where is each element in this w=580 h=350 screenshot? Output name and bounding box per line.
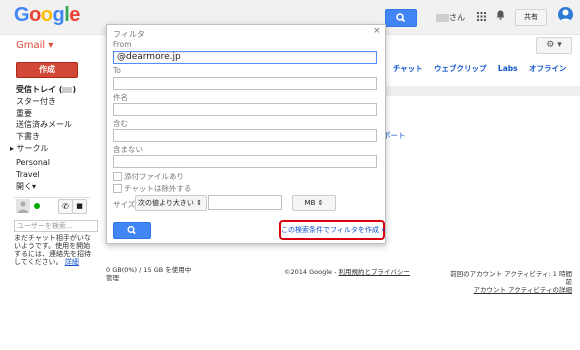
google-logo[interactable]: Google (14, 4, 80, 27)
close-icon[interactable]: × (373, 26, 381, 36)
from-field[interactable]: @dearmore.jp (113, 51, 377, 64)
doesnt-have-field[interactable] (113, 155, 377, 168)
phone-icon: ✆ (62, 202, 69, 211)
to-label: To (113, 66, 121, 75)
tab-labs[interactable]: Labs (498, 64, 518, 73)
exclude-chats-checkbox[interactable] (113, 184, 122, 193)
apps-grid-icon[interactable] (477, 12, 486, 21)
compose-button[interactable]: 作成 (16, 62, 78, 78)
filter-dialog: フィルタ × From @dearmore.jp To 件名 含む 含まない 添… (106, 24, 386, 244)
has-words-label: 含む (113, 119, 128, 128)
exclude-chats-label: チャットは除外する (124, 184, 192, 193)
chat-avatar[interactable] (16, 199, 30, 213)
settings-gear-button[interactable]: ⚙ ▾ (536, 37, 572, 54)
doesnt-have-label: 含まない (113, 145, 143, 154)
sidebar-item-more[interactable]: 開く▾ (16, 181, 36, 192)
chat-empty-note: まだチャット相手がいないようです。使用を開始するには、連絡先を招待してください。… (14, 234, 91, 266)
copyright: ©2014 Google - 利用規約とプライバシー (284, 268, 410, 276)
account-avatar[interactable] (558, 7, 573, 22)
support-link[interactable]: ポート (383, 130, 406, 141)
sidebar-item-circles[interactable]: ▸ サークル (10, 143, 48, 154)
share-button[interactable]: 共有 (515, 9, 547, 26)
has-attachment-checkbox[interactable] (113, 172, 122, 181)
sidebar-item-personal[interactable]: Personal (16, 158, 50, 167)
sidebar-item-travel[interactable]: Travel (16, 170, 40, 179)
search-icon (396, 13, 406, 23)
manage-storage-link[interactable]: 管理 (106, 274, 191, 282)
size-label: サイズ (113, 200, 136, 209)
learn-more-link[interactable]: 詳細 (65, 258, 79, 266)
chat-status-icon[interactable] (34, 203, 40, 209)
filter-search-button[interactable] (113, 222, 151, 239)
subject-field[interactable] (113, 103, 377, 116)
has-attachment-label: 添付ファイルあり (124, 172, 184, 181)
tab-webclips[interactable]: ウェブクリップ (434, 64, 487, 73)
account-activity-details-link[interactable]: アカウント アクティビティの詳細 (444, 286, 572, 294)
sidebar-item-important[interactable]: 重要 (16, 108, 32, 119)
has-words-field[interactable] (113, 129, 377, 142)
sidebar-item-sent[interactable]: 送信済みメール (16, 119, 72, 130)
size-operator-select[interactable]: 次の値より大きい ⇕ (135, 195, 207, 211)
create-filter-link[interactable]: この検索条件でフィルタを作成 » (279, 220, 385, 240)
storage-usage: 0 GB(0%) / 15 GB を使用中 管理 (106, 266, 192, 282)
redacted-name (436, 13, 449, 22)
size-value-field[interactable] (208, 195, 282, 210)
settings-tabs: AP チャット ウェブクリップ Labs オフライン (370, 63, 576, 74)
gmail-menu-label[interactable]: Gmail ▾ (16, 40, 53, 51)
sidebar-item-starred[interactable]: スター付き (16, 96, 56, 107)
user-name[interactable]: さん (436, 12, 465, 23)
notifications-bell-icon[interactable] (496, 10, 505, 23)
search-icon (127, 225, 136, 235)
from-label: From (113, 40, 132, 49)
tab-offline[interactable]: オフライン (529, 64, 567, 73)
sidebar-item-drafts[interactable]: 下書き (16, 131, 40, 142)
account-activity: 前回のアカウント アクティビティ: 1 時間前 アカウント アクティビティの詳細 (444, 270, 572, 294)
phone-call-button[interactable]: ✆ (58, 199, 73, 214)
video-camera-icon: ■ (76, 202, 83, 210)
sidebar-item-inbox[interactable]: 受信トレイ () (16, 84, 76, 95)
redacted-count (62, 86, 73, 93)
chat-search-input[interactable]: ユーザーを検索... (14, 220, 98, 232)
filter-title: フィルタ (113, 30, 145, 39)
to-field[interactable] (113, 77, 377, 90)
tab-chat[interactable]: チャット (393, 64, 423, 73)
video-call-button[interactable]: ■ (72, 199, 87, 214)
subject-label: 件名 (113, 93, 128, 102)
size-unit-select[interactable]: MB ⇕ (292, 195, 336, 211)
terms-privacy-link[interactable]: 利用規約とプライバシー (339, 268, 410, 276)
search-button[interactable] (385, 9, 417, 27)
